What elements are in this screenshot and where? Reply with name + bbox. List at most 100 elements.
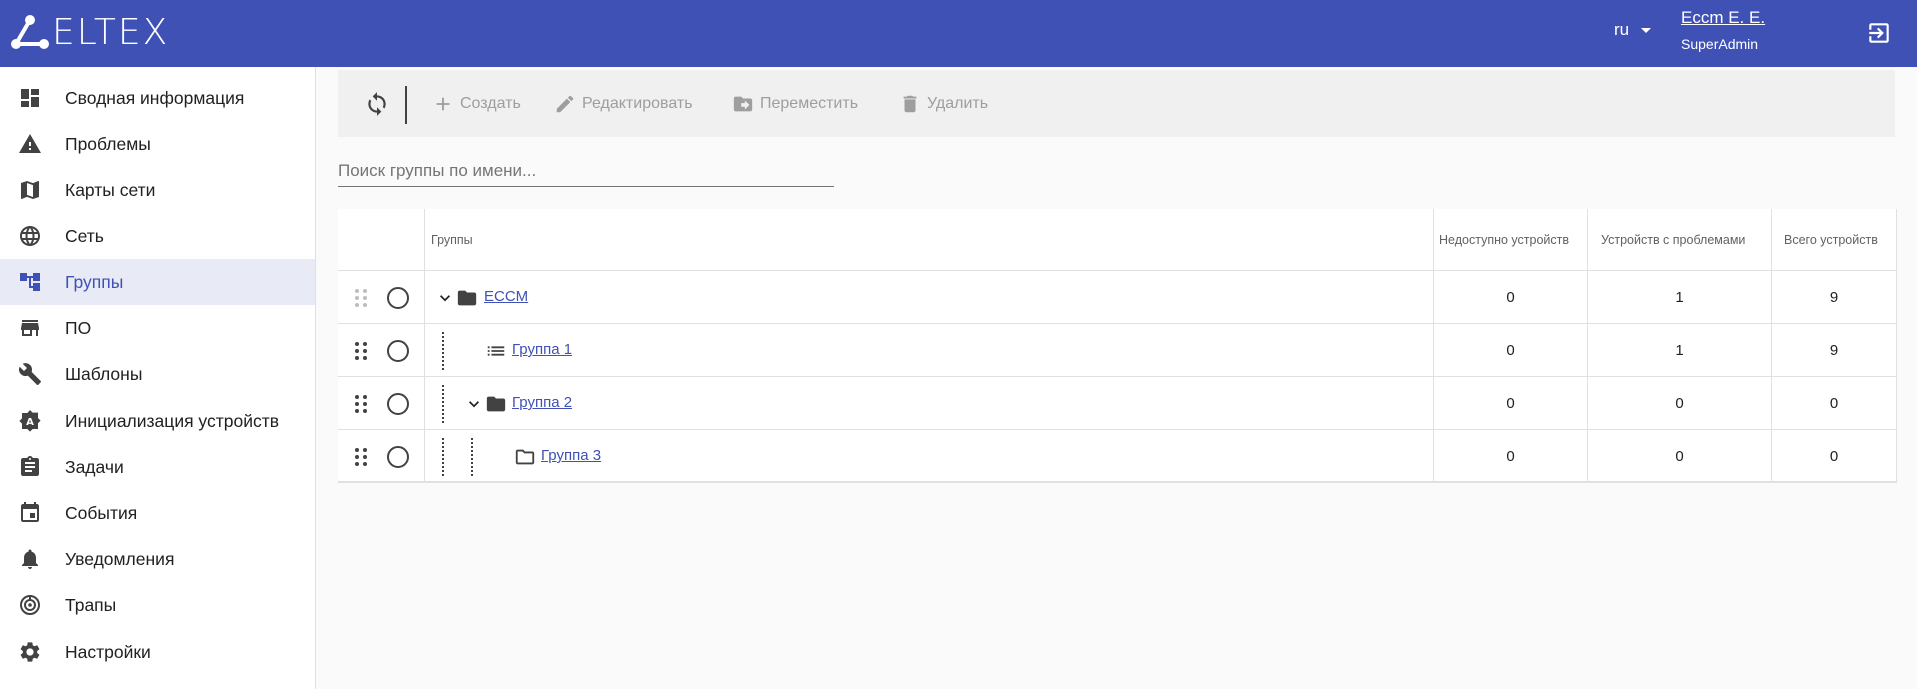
table-header: Группы Недоступно устройств Устройств с …: [338, 209, 1897, 271]
problems-count: 0: [1675, 448, 1684, 465]
pencil-icon: [556, 95, 574, 113]
unavailable-count: 0: [1506, 342, 1515, 359]
globe-icon: [20, 226, 40, 246]
sidebar-item-templates[interactable]: Шаблоны: [0, 351, 315, 397]
sidebar-item-label: Карты сети: [65, 179, 156, 200]
table-row[interactable]: Группа 2 0 0 0: [338, 377, 1897, 430]
tree-guide-line: [442, 438, 444, 476]
delete-button[interactable]: Удалить: [899, 92, 988, 116]
groups-tree-icon: [20, 273, 40, 291]
gear-icon: [20, 642, 40, 662]
app-header: ELTEX ru Eccm E. E. SuperAdmin: [0, 0, 1917, 67]
sidebar-item-groups[interactable]: Группы: [0, 259, 315, 305]
problems-count: 0: [1675, 395, 1684, 412]
total-count: 0: [1829, 395, 1839, 412]
folder-icon: [486, 396, 506, 412]
store-icon: [21, 320, 39, 336]
sidebar-item-settings[interactable]: Настройки: [0, 629, 315, 675]
group-link[interactable]: Группа 2: [512, 394, 572, 411]
sidebar-item-problems[interactable]: Проблемы: [0, 121, 315, 167]
sidebar-item-label: Сеть: [65, 225, 104, 246]
sidebar-item-network[interactable]: Сеть: [0, 213, 315, 259]
trash-icon: [903, 95, 917, 113]
group-link[interactable]: ECCM: [484, 288, 528, 305]
edit-button[interactable]: Редактировать: [554, 92, 693, 116]
sidebar-item-label: ПО: [65, 317, 92, 338]
row-select-radio[interactable]: [387, 287, 409, 309]
create-label: Создать: [460, 95, 521, 112]
column-header-total[interactable]: Всего устройств: [1784, 209, 1878, 271]
sidebar-item-summary[interactable]: Сводная информация: [0, 75, 315, 121]
column-header-groups[interactable]: Группы: [431, 209, 473, 271]
column-header-unavailable[interactable]: Недоступно устройств: [1439, 209, 1569, 271]
tree-guide-line: [471, 438, 473, 476]
chevron-down-icon[interactable]: [464, 394, 484, 414]
wrench-icon: [18, 363, 41, 385]
sidebar-item-label: Уведомления: [65, 548, 175, 569]
folder-icon: [457, 290, 477, 306]
tree-guide-line: [442, 332, 444, 370]
row-select-radio[interactable]: [387, 340, 409, 362]
sidebar-item-label: Настройки: [65, 641, 151, 662]
caret-down-icon: [1641, 27, 1652, 33]
column-header-problems[interactable]: Устройств с проблемами: [1601, 209, 1745, 271]
groups-table: Группы Недоступно устройств Устройств с …: [338, 209, 1897, 483]
language-value: ru: [1614, 20, 1630, 39]
logo-text: ELTEX: [52, 11, 170, 53]
sidebar-item-label: События: [65, 502, 138, 523]
sidebar-item-tasks[interactable]: Задачи: [0, 444, 315, 490]
sidebar-item-events[interactable]: События: [0, 490, 315, 536]
folder-outline-icon: [515, 449, 535, 465]
warning-icon: [19, 134, 41, 153]
plus-icon: [436, 97, 450, 111]
logout-icon[interactable]: [1866, 20, 1892, 46]
user-info: Eccm E. E. SuperAdmin: [1681, 8, 1765, 52]
problems-count: 1: [1675, 342, 1684, 359]
auto-init-icon: A: [19, 410, 41, 432]
move-label: Переместить: [760, 95, 859, 112]
user-role: SuperAdmin: [1681, 36, 1759, 52]
table-row[interactable]: Группа 1 0 1 9: [338, 324, 1897, 377]
drag-handle-icon[interactable]: [354, 394, 368, 414]
move-button[interactable]: Переместить: [732, 92, 858, 116]
row-select-radio[interactable]: [387, 393, 409, 415]
sidebar-item-label: Инициализация устройств: [65, 410, 280, 431]
trap-icon: [20, 595, 40, 615]
total-count: 0: [1829, 448, 1839, 465]
toolbar: Создать Редактировать Переместить Удалит…: [338, 70, 1895, 137]
sidebar-item-label: Группы: [65, 271, 124, 292]
group-search-input[interactable]: [338, 155, 834, 187]
drag-handle-icon[interactable]: [354, 447, 368, 467]
edit-label: Редактировать: [582, 95, 693, 112]
total-count: 9: [1829, 342, 1839, 359]
sidebar-item-label: Трапы: [65, 594, 117, 615]
delete-label: Удалить: [927, 95, 989, 112]
language-select[interactable]: ru: [1614, 20, 1652, 40]
group-link[interactable]: Группа 3: [541, 447, 601, 464]
map-icon: [21, 181, 39, 199]
sidebar-item-software[interactable]: ПО: [0, 305, 315, 351]
sidebar-item-label: Шаблоны: [65, 363, 143, 384]
drag-handle-icon[interactable]: [354, 288, 368, 308]
sidebar-item-network-maps[interactable]: Карты сети: [0, 167, 315, 213]
refresh-icon[interactable]: [364, 91, 390, 117]
unavailable-count: 0: [1506, 395, 1515, 412]
toolbar-divider: [405, 86, 407, 124]
create-button[interactable]: Создать: [432, 92, 521, 116]
group-link[interactable]: Группа 1: [512, 341, 572, 358]
unavailable-count: 0: [1506, 448, 1515, 465]
svg-text:A: A: [26, 417, 34, 428]
calendar-icon: [21, 502, 39, 522]
table-row[interactable]: ECCM 0 1 9: [338, 271, 1897, 324]
dashboard-icon: [21, 89, 39, 107]
sidebar-item-traps[interactable]: Трапы: [0, 582, 315, 628]
bell-icon: [22, 549, 38, 569]
user-name-link[interactable]: Eccm E. E.: [1681, 8, 1765, 28]
drag-handle-icon[interactable]: [354, 341, 368, 361]
sidebar-item-device-init[interactable]: A Инициализация устройств: [0, 398, 315, 444]
row-select-radio[interactable]: [387, 446, 409, 468]
table-row[interactable]: Группа 3 0 0 0: [338, 430, 1897, 483]
sidebar-item-notifications[interactable]: Уведомления: [0, 536, 315, 582]
sidebar-item-label: Задачи: [65, 456, 124, 477]
chevron-down-icon[interactable]: [435, 288, 455, 308]
